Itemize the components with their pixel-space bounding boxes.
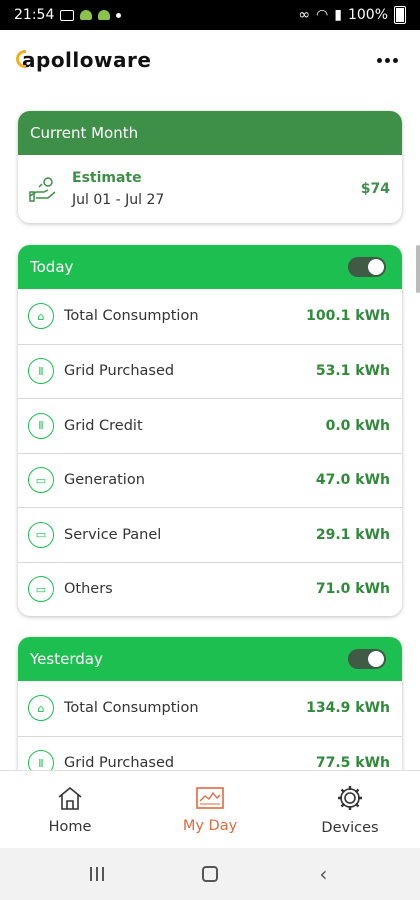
card-title: Today	[30, 258, 74, 276]
logo-text: apolloware	[22, 48, 152, 72]
back-button[interactable]: ‹	[303, 859, 343, 889]
row-value: 29.1 kWh	[315, 526, 390, 543]
panel-icon: ▭	[28, 467, 54, 494]
yesterday-card: Yesterday ⌂ Total Consumption 134.9 kWh …	[18, 637, 402, 770]
list-item[interactable]: ⌂ Total Consumption 100.1 kWh	[18, 289, 402, 344]
row-value: 77.5 kWh	[315, 755, 390, 770]
estimate-amount: $74	[360, 181, 390, 197]
more-options-button[interactable]	[371, 52, 404, 69]
card-header: Today	[18, 245, 402, 289]
row-value: 71.0 kWh	[315, 581, 390, 598]
app-header: apolloware	[0, 30, 420, 90]
nav-label: My Day	[182, 817, 238, 834]
row-label: Service Panel	[64, 526, 162, 543]
panel-icon: ▭	[28, 576, 54, 603]
chart-icon	[196, 786, 224, 809]
current-month-card: Current Month Estimate Jul 01 - Jul 27 $…	[18, 111, 402, 223]
battery-icon	[394, 6, 406, 24]
back-icon: ‹	[319, 862, 328, 886]
nav-home[interactable]: Home	[0, 771, 140, 848]
recents-icon	[89, 867, 104, 881]
notification-icon	[60, 9, 75, 21]
yesterday-toggle[interactable]	[348, 649, 386, 669]
main-scroll-area[interactable]: Current Month Estimate Jul 01 - Jul 27 $…	[0, 90, 420, 770]
row-label: Others	[64, 581, 113, 598]
today-toggle[interactable]	[348, 257, 386, 277]
row-label: Grid Purchased	[64, 363, 175, 380]
system-nav-bar: ‹	[0, 848, 420, 900]
estimate-row[interactable]: Estimate Jul 01 - Jul 27 $74	[18, 155, 402, 223]
nav-my-day[interactable]: My Day	[140, 771, 280, 848]
android-icon	[98, 10, 111, 20]
row-label: Total Consumption	[64, 700, 199, 717]
status-bar: 21:54 ∞ ◠ ▮ 100%	[0, 0, 420, 30]
bottom-nav: Home My Day Devices	[0, 770, 420, 848]
status-time: 21:54	[14, 7, 55, 23]
list-item[interactable]: Ⅱ Grid Purchased 77.5 kWh	[18, 735, 402, 770]
row-value: 47.0 kWh	[315, 472, 390, 489]
row-value: 100.1 kWh	[306, 308, 390, 325]
grid-tower-icon: Ⅱ	[28, 358, 54, 385]
list-item[interactable]: ⌂ Total Consumption 134.9 kWh	[18, 681, 402, 736]
list-item[interactable]: Ⅱ Grid Credit 0.0 kWh	[18, 398, 402, 453]
estimate-label: Estimate	[72, 170, 142, 186]
card-header: Yesterday	[18, 637, 402, 681]
card-title: Current Month	[30, 124, 139, 142]
hand-money-icon	[29, 177, 56, 202]
home-icon: ⌂	[28, 695, 54, 722]
list-item[interactable]: ▭ Generation 47.0 kWh	[18, 452, 402, 508]
scrollbar[interactable]	[416, 245, 420, 293]
list-item[interactable]: ▭ Others 71.0 kWh	[18, 561, 402, 617]
row-label: Generation	[64, 472, 145, 489]
list-item[interactable]: ▭ Service Panel 29.1 kWh	[18, 507, 402, 562]
grid-tower-icon: Ⅱ	[28, 412, 54, 439]
nav-label: Home	[48, 818, 92, 835]
app-logo: apolloware	[16, 48, 152, 72]
estimate-dates: Jul 01 - Jul 27	[72, 192, 165, 208]
home-system-button[interactable]	[190, 859, 230, 889]
link-icon: ∞	[298, 7, 311, 23]
grid-tower-icon: Ⅱ	[28, 750, 54, 770]
battery-level: 100%	[347, 7, 388, 23]
more-notifications-icon	[116, 12, 122, 18]
recents-button[interactable]	[77, 859, 117, 889]
nav-label: Devices	[321, 819, 379, 836]
wifi-icon: ◠	[316, 7, 329, 23]
gear-icon	[338, 785, 362, 810]
nav-devices[interactable]: Devices	[280, 771, 420, 848]
home-icon	[58, 786, 82, 810]
android-icon	[80, 10, 93, 20]
row-label: Grid Credit	[64, 417, 143, 434]
row-value: 53.1 kWh	[315, 363, 390, 380]
estimate-text: Estimate Jul 01 - Jul 27	[72, 170, 361, 208]
row-value: 134.9 kWh	[306, 700, 390, 717]
logo-arc-icon	[16, 50, 26, 68]
list-item[interactable]: Ⅱ Grid Purchased 53.1 kWh	[18, 343, 402, 399]
panel-icon: ▭	[28, 521, 54, 548]
row-label: Grid Purchased	[64, 755, 175, 770]
today-card: Today ⌂ Total Consumption 100.1 kWh Ⅱ Gr…	[18, 245, 402, 616]
card-title: Yesterday	[30, 650, 103, 668]
card-header: Current Month	[18, 111, 402, 155]
signal-icon: ▮	[334, 7, 342, 23]
system-home-icon	[201, 866, 218, 882]
row-label: Total Consumption	[64, 308, 199, 325]
row-value: 0.0 kWh	[325, 417, 390, 434]
home-icon: ⌂	[28, 303, 54, 330]
